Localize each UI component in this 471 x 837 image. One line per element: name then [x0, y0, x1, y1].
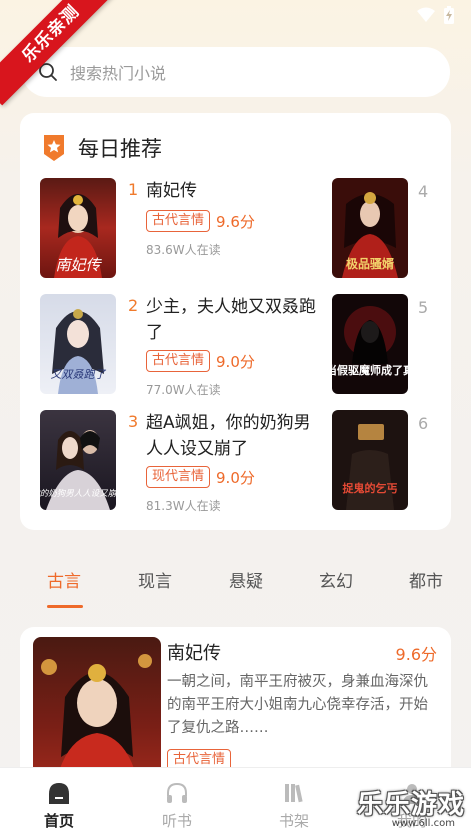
book-meta: 古代言情 9.6分: [146, 210, 255, 232]
cover-title: 你的奶狗男人人设又崩了: [40, 488, 116, 499]
tab-xuanhuan[interactable]: 玄幻: [319, 567, 353, 592]
side-book-cover[interactable]: 捉鬼的乞丐: [332, 410, 408, 510]
book-cover: 南妃传: [40, 178, 116, 278]
watermark-brand: 乐乐游戏: [356, 790, 465, 820]
book-title: 少主，夫人她又双叒跑了: [146, 297, 316, 343]
featured-book-score: 9.6分: [395, 645, 437, 664]
cover-title: 南妃传: [55, 256, 102, 274]
tab-guyan[interactable]: 古言: [47, 567, 81, 592]
nav-audiobook[interactable]: 听书: [147, 780, 207, 831]
book-cover: 你的奶狗男人人设又崩了: [40, 410, 116, 510]
tab-xianyan[interactable]: 现言: [138, 567, 172, 592]
genre-tag: 现代言情: [146, 466, 211, 488]
active-tab-indicator: [47, 605, 83, 608]
cover-title: 又双叒跑了: [51, 368, 107, 381]
nav-label: 首页: [43, 812, 74, 830]
featured-book-cover: [33, 637, 161, 787]
reader-count: 77.0W人在读: [146, 383, 221, 397]
nav-label: 书架: [278, 812, 309, 830]
tab-dushi[interactable]: 都市: [409, 567, 443, 592]
daily-recommend-title: 每日推荐: [78, 137, 162, 161]
nav-label: 听书: [161, 812, 192, 830]
star-badge-icon: [44, 135, 64, 161]
daily-recommend-card: 每日推荐 南妃传 1 南妃传 古代言情 9.6分 83.6W人在读 又双叒跑了 …: [20, 113, 451, 530]
book-cover: 捉鬼的乞丐: [332, 410, 408, 510]
book-score: 9.6分: [216, 212, 255, 231]
book-item[interactable]: 又双叒跑了 2 少主，夫人她又双叒跑了 古代言情 9.0分 77.0W人在读: [40, 294, 325, 397]
wifi-icon: [417, 7, 435, 22]
featured-book-title: 南妃传: [167, 643, 221, 664]
daily-recommend-header: 每日推荐: [42, 133, 162, 163]
reader-count: 81.3W人在读: [146, 499, 221, 513]
side-book-cover[interactable]: 当假驱魔师成了真: [332, 294, 408, 394]
cover-title: 极品骚婿: [346, 256, 394, 271]
cover-title: 当假驱魔师成了真: [332, 363, 408, 377]
rank-number: 1: [128, 180, 139, 199]
featured-book-description: 一朝之间，南平王府被灭，身兼血海深仇的南平王府大小姐南九心侥幸存活，开始了复仇之…: [167, 674, 428, 736]
battery-icon: [444, 6, 454, 24]
rank-number: 2: [128, 296, 139, 315]
tab-xuanyi[interactable]: 悬疑: [229, 567, 263, 592]
book-item[interactable]: 南妃传 1 南妃传 古代言情 9.6分 83.6W人在读: [40, 178, 325, 278]
bookshelf-icon: [285, 784, 303, 803]
book-cover: 当假驱魔师成了真: [332, 294, 408, 394]
book-score: 9.0分: [216, 352, 255, 371]
book-score: 9.0分: [216, 468, 255, 487]
genre-tag: 古代言情: [146, 350, 211, 372]
side-book-cover[interactable]: 极品骚婿: [332, 178, 408, 278]
book-title: 超A飒姐，你的奶狗男人人设又崩了: [146, 413, 311, 459]
category-tabs: 古言 现言 悬疑 玄幻 都市: [0, 567, 471, 608]
book-cover: 极品骚婿: [332, 178, 408, 278]
rank-number: 6: [418, 414, 429, 433]
search-bar[interactable]: 搜索热门小说: [22, 47, 450, 97]
rank-number: 3: [128, 412, 139, 431]
rank-number: 5: [418, 298, 429, 317]
book-meta: 古代言情 9.0分: [146, 350, 255, 372]
book-cover: 又双叒跑了: [40, 294, 116, 394]
watermark-url: www.6ll.com: [391, 818, 455, 829]
nav-home[interactable]: 首页: [29, 780, 89, 831]
book-title: 南妃传: [146, 181, 197, 201]
book-meta: 现代言情 9.0分: [146, 466, 255, 488]
rank-number: 4: [418, 182, 429, 201]
cover-title: 捉鬼的乞丐: [343, 481, 398, 495]
search-placeholder: 搜索热门小说: [70, 64, 167, 83]
book-item[interactable]: 你的奶狗男人人设又崩了 3 超A飒姐，你的奶狗男人人设又崩了 现代言情 9.0分…: [40, 410, 325, 513]
home-icon: [49, 783, 69, 804]
reader-count: 83.6W人在读: [146, 243, 221, 257]
nav-bookshelf[interactable]: 书架: [264, 780, 324, 831]
status-icons: [417, 6, 455, 24]
headphones-icon: [167, 782, 187, 803]
genre-tag: 古代言情: [146, 210, 211, 232]
featured-book-card[interactable]: 南妃传 9.6分 一朝之间，南平王府被灭，身兼血海深仇的南平王府大小姐南九心侥幸…: [20, 627, 451, 787]
